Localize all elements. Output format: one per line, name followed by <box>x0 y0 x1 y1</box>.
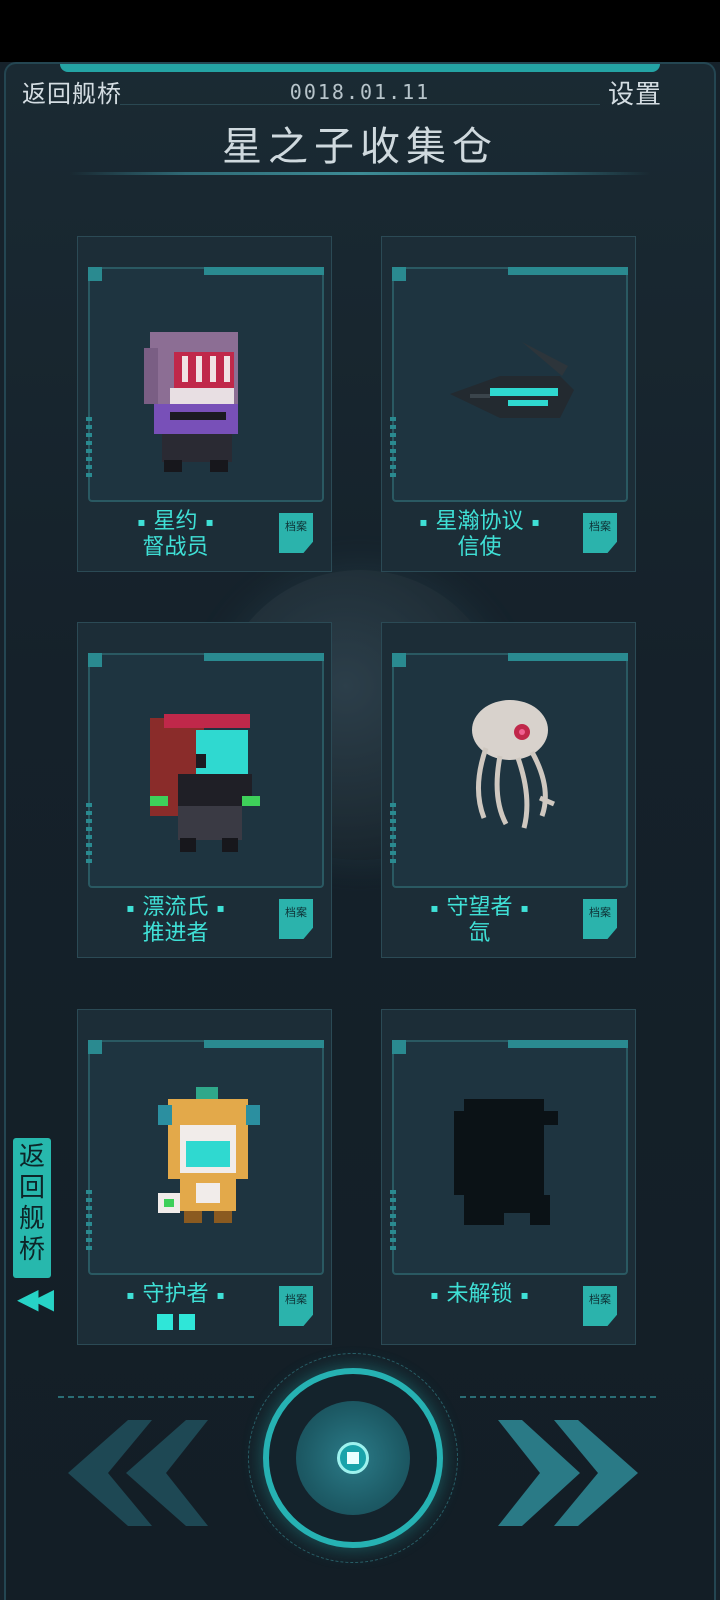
character-card-2[interactable]: 星瀚协议 信使 档案 <box>381 236 636 572</box>
bottom-divider-right <box>460 1396 660 1398</box>
card-name-line2: 推进者 <box>142 921 209 946</box>
chevron-left-double-icon[interactable] <box>68 1420 208 1526</box>
card-name: 未解锁 <box>382 1282 577 1308</box>
card-name: 守护者 <box>78 1282 273 1330</box>
card-name: 星瀚协议 信使 <box>382 509 577 561</box>
center-action-button[interactable] <box>263 1368 443 1548</box>
card-name: 星约 督战员 <box>78 509 273 561</box>
character-sprite-thruster <box>150 714 260 852</box>
character-sprite-commander <box>144 332 238 472</box>
archive-button[interactable]: 档案 <box>279 899 313 939</box>
character-card-5[interactable]: 守护者 档案 <box>77 1009 332 1345</box>
level-pips <box>78 1314 273 1330</box>
character-card-6-locked[interactable]: 未解锁 档案 <box>381 1009 636 1345</box>
character-sprite-messenger <box>450 342 574 418</box>
card-name-line1: 星约 <box>78 509 273 535</box>
title-underline <box>70 172 650 175</box>
side-back-to-bridge-button[interactable]: 返回舰桥 <box>13 1138 51 1278</box>
status-bar <box>0 0 720 62</box>
chevron-right-double-icon[interactable] <box>498 1420 638 1526</box>
header-divider <box>120 104 600 105</box>
level-pip <box>156 1314 173 1330</box>
card-name: 守望者 氙 <box>382 895 577 947</box>
level-pip <box>178 1314 195 1330</box>
character-sprite-watcher <box>472 700 555 829</box>
chevron-left-double-icon[interactable]: ◀◀ <box>17 1282 54 1315</box>
archive-button[interactable]: 档案 <box>583 513 617 553</box>
settings-link[interactable]: 设置 <box>608 74 662 111</box>
character-card-3[interactable]: 漂流氏 推进者 档案 <box>77 622 332 958</box>
card-name-line1: 守护者 <box>78 1282 273 1308</box>
card-name-line1: 守望者 <box>382 895 577 921</box>
card-name-line2: 信使 <box>457 535 502 560</box>
card-name-line2: 氙 <box>468 921 491 946</box>
locked-silhouette <box>454 1099 558 1225</box>
archive-button[interactable]: 档案 <box>279 1286 313 1326</box>
bottom-divider-left <box>58 1396 258 1398</box>
frame-glow <box>60 64 660 72</box>
card-name-line1: 漂流氏 <box>78 895 273 921</box>
center-core-icon <box>337 1442 369 1474</box>
card-name: 漂流氏 推进者 <box>78 895 273 947</box>
card-name-line1: 星瀚协议 <box>382 509 577 535</box>
character-card-1[interactable]: 星约 督战员 档案 <box>77 236 332 572</box>
archive-button[interactable]: 档案 <box>279 513 313 553</box>
archive-button[interactable]: 档案 <box>583 1286 617 1326</box>
page-title: 星之子收集仓 <box>222 124 498 170</box>
archive-button[interactable]: 档案 <box>583 899 617 939</box>
character-card-4[interactable]: 守望者 氙 档案 <box>381 622 636 958</box>
card-name-line1: 未解锁 <box>382 1282 577 1308</box>
character-sprite-guardian <box>158 1087 260 1223</box>
card-name-line2: 督战员 <box>142 535 209 560</box>
